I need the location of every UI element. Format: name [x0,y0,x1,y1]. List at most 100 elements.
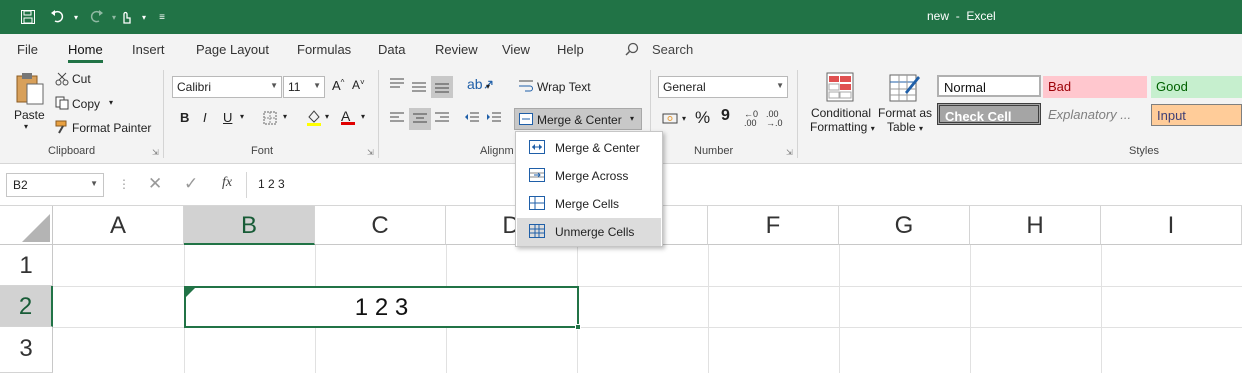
column-header-c[interactable]: C [315,206,446,245]
tab-home[interactable]: Home [68,42,103,63]
font-launcher-icon[interactable]: ⇲ [367,148,374,157]
style-good[interactable]: Good [1151,76,1242,98]
grow-font-button[interactable]: A^ [332,78,344,93]
cut-button[interactable]: Cut [72,72,91,86]
menu-item-merge-across[interactable]: Merge Across [517,162,661,190]
orientation-icon[interactable]: ab↗ [467,76,494,93]
comma-button[interactable]: 9 [721,107,730,125]
font-name-combo[interactable]: Calibri ▼ [172,76,282,98]
align-left-icon[interactable] [390,112,404,127]
paste-dropdown-icon[interactable]: ▾ [24,122,28,131]
cancel-icon[interactable]: ✕ [148,174,162,194]
column-header-g[interactable]: G [839,206,970,245]
borders-icon[interactable] [263,111,277,128]
redo-icon[interactable] [86,7,106,27]
number-launcher-icon[interactable]: ⇲ [786,148,793,157]
row-header-1[interactable]: 1 [0,245,53,286]
touch-dropdown-icon[interactable]: ▾ [134,7,154,27]
formula-input[interactable]: 1 2 3 [258,177,285,191]
formula-divider [246,172,247,198]
insert-function-button[interactable]: fx [222,175,232,191]
format-as-table-icon[interactable] [889,72,921,107]
style-input[interactable]: Input [1151,104,1242,126]
copy-button[interactable]: Copy [72,97,100,111]
orientation-dropdown-icon[interactable]: ▾ [486,82,490,91]
underline-button[interactable]: U [223,110,232,125]
italic-button[interactable]: I [203,110,207,125]
clipboard-launcher-icon[interactable]: ⇲ [152,148,159,157]
column-header-f[interactable]: F [708,206,839,245]
number-group-label: Number [694,145,734,157]
copy-icon[interactable] [55,96,69,113]
column-header-a[interactable]: A [53,206,184,245]
fill-color-icon[interactable] [306,109,322,130]
align-right-icon[interactable] [435,112,449,127]
bold-button[interactable]: B [180,110,189,125]
style-bad[interactable]: Bad [1043,76,1147,98]
tab-view[interactable]: View [502,42,530,57]
cut-icon[interactable] [55,72,69,89]
row-header-2[interactable]: 2 [0,286,53,327]
number-format-combo[interactable]: General ▼ [658,76,788,98]
menu-item-unmerge-cells[interactable]: Unmerge Cells [517,218,661,246]
undo-icon[interactable] [48,7,68,27]
customize-qat-icon[interactable]: ≡ [152,7,172,27]
tab-data[interactable]: Data [378,42,405,57]
font-size-combo[interactable]: 11 ▼ [283,76,325,98]
enter-icon[interactable]: ✓ [184,174,198,194]
name-box[interactable]: B2 ▼ [6,173,104,197]
tab-formulas[interactable]: Formulas [297,42,351,57]
format-painter-button[interactable]: Format Painter [72,121,151,135]
style-explanatory[interactable]: Explanatory ... [1043,104,1147,126]
decrease-indent-icon[interactable] [465,112,479,127]
tab-page-layout[interactable]: Page Layout [196,42,269,57]
tab-help[interactable]: Help [557,42,584,57]
accounting-format-icon[interactable] [662,112,680,129]
row-header-3[interactable]: 3 [0,327,53,373]
paste-icon[interactable] [14,72,46,111]
decrease-decimal-icon[interactable]: .00 →.0 [766,110,783,128]
column-header-b[interactable]: B [184,206,315,245]
align-center-icon[interactable] [409,108,431,130]
tab-file[interactable]: File [17,42,38,57]
conditional-formatting-icon[interactable] [826,72,856,107]
top-align-icon[interactable] [390,78,404,93]
menu-item-merge-cells[interactable]: Merge Cells [517,190,661,218]
format-as-table-button[interactable]: Format as Table ▾ [874,106,936,134]
column-header-i[interactable]: I [1101,206,1242,245]
search-box[interactable]: Search [652,42,693,57]
undo-dropdown-icon[interactable]: ▾ [66,7,86,27]
accounting-dropdown-icon[interactable]: ▾ [682,114,686,123]
group-divider [378,70,379,158]
shrink-font-button[interactable]: A˅ [352,78,365,92]
fill-handle[interactable] [575,324,581,330]
paste-button[interactable]: Paste [14,108,45,122]
touch-mode-icon[interactable] [116,7,136,27]
wrap-text-icon[interactable] [519,80,533,95]
search-icon[interactable] [625,42,639,59]
increase-indent-icon[interactable] [487,112,501,127]
borders-dropdown-icon[interactable]: ▾ [283,112,287,121]
style-check-cell[interactable]: Check Cell [937,103,1041,125]
increase-decimal-icon[interactable]: ←0.00 [744,110,758,128]
fill-color-dropdown-icon[interactable]: ▾ [325,112,329,121]
selected-merged-cell[interactable]: 1 2 3 [184,286,579,328]
copy-dropdown-icon[interactable]: ▾ [109,98,113,107]
font-color-icon[interactable]: A [341,108,355,125]
format-painter-icon[interactable] [55,120,69,137]
conditional-formatting-button[interactable]: Conditional Formatting ▾ [810,106,875,134]
select-all-button[interactable] [0,206,53,245]
menu-item-merge-center[interactable]: Merge & Center [517,134,661,162]
underline-dropdown-icon[interactable]: ▾ [240,112,244,121]
merge-dropdown-icon[interactable]: ▾ [630,114,634,123]
save-icon[interactable] [18,7,38,27]
tab-review[interactable]: Review [435,42,478,57]
bottom-align-icon[interactable] [431,76,453,98]
column-header-h[interactable]: H [970,206,1101,245]
tab-insert[interactable]: Insert [132,42,165,57]
font-color-dropdown-icon[interactable]: ▾ [361,112,365,121]
percent-button[interactable]: % [695,108,710,128]
wrap-text-button[interactable]: Wrap Text [537,80,591,94]
middle-align-icon[interactable] [412,80,426,95]
style-normal[interactable]: Normal [937,75,1041,97]
